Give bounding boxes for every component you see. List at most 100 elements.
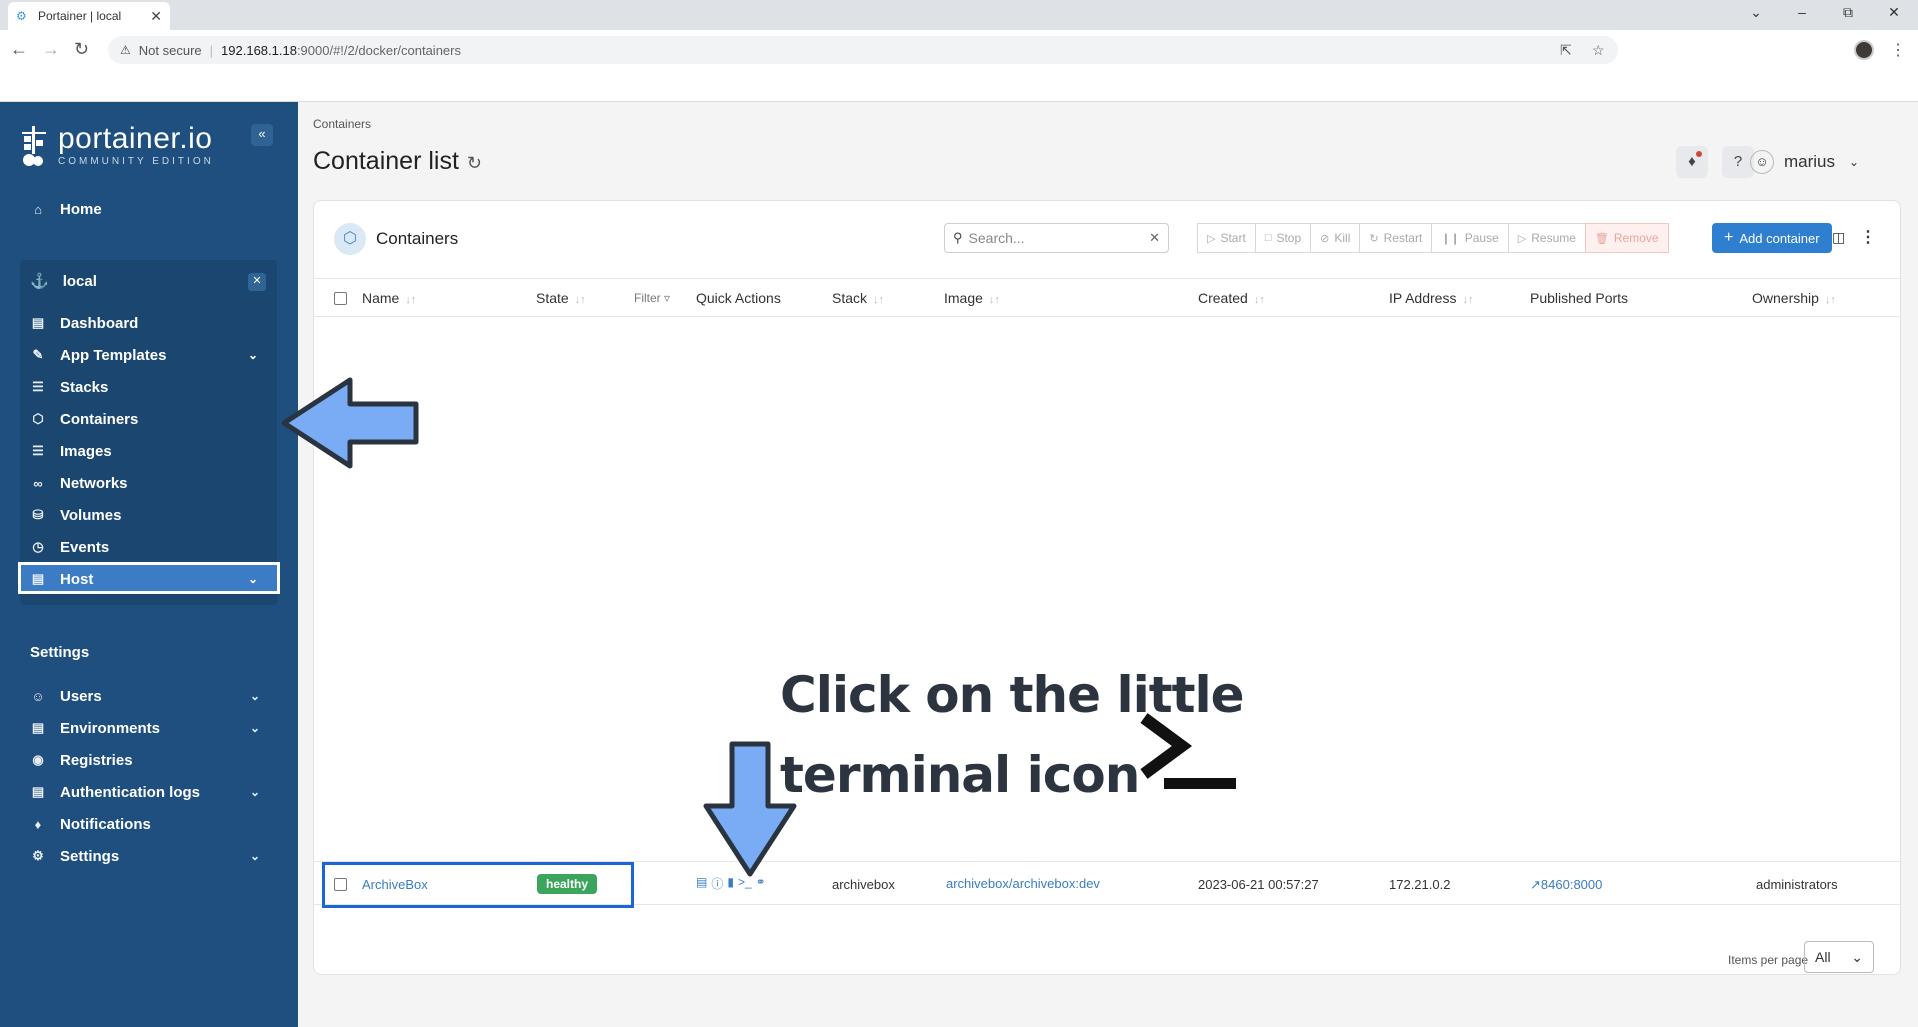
sidebar-item-label: Host xyxy=(60,570,94,588)
browser-tab[interactable]: ⚙ Portainer | local ✕ xyxy=(8,2,170,30)
url-host: 192.168.1.18 xyxy=(221,42,297,58)
column-created-label: Created xyxy=(1198,290,1248,306)
chevron-down-icon: ⌄ xyxy=(250,689,261,703)
left-arrow-annotation xyxy=(281,377,419,469)
address-bar[interactable]: ⚠ Not secure | 192.168.1.18:9000/#!/2/do… xyxy=(108,36,1618,64)
columns-icon[interactable]: ◫ xyxy=(1832,229,1845,246)
portainer-logo-icon xyxy=(22,126,46,166)
bookmark-star-icon[interactable]: ☆ xyxy=(1592,42,1605,59)
sidebar-item-events[interactable]: ◷ Events xyxy=(30,536,109,558)
column-created[interactable]: Created ↓↑ xyxy=(1198,290,1265,306)
sidebar-item-home[interactable]: ⌂ Home xyxy=(30,198,102,220)
ip-value: 172.21.0.2 xyxy=(1389,877,1451,892)
reload-icon[interactable]: ↻ xyxy=(74,40,89,58)
add-container-button[interactable]: + Add container xyxy=(1712,223,1832,253)
breadcrumb[interactable]: Containers xyxy=(313,117,371,131)
sidebar-item-host[interactable]: ▤ Host ⌄ xyxy=(30,568,258,590)
users-icon: ☺ xyxy=(31,688,45,704)
sidebar-item-notifications[interactable]: ♦ Notifications xyxy=(30,813,151,835)
sidebar-item-app-templates[interactable]: ✎ App Templates ⌄ xyxy=(30,344,259,366)
profile-avatar[interactable] xyxy=(1854,40,1874,60)
sort-icon: ↓↑ xyxy=(1824,294,1836,306)
close-window-icon[interactable]: ✕ xyxy=(1884,4,1904,21)
sidebar-item-dashboard[interactable]: ▤ Dashboard xyxy=(30,312,139,334)
restart-button[interactable]: ↻ Restart xyxy=(1359,223,1433,253)
brand-name: portainer.io xyxy=(58,122,213,155)
sidebar-item-registries[interactable]: ◉ Registries xyxy=(30,749,132,771)
column-name[interactable]: Name ↓↑ xyxy=(362,290,416,306)
user-menu[interactable]: ☺ marius ⌄ xyxy=(1750,150,1859,174)
file-icon: ▤ xyxy=(31,784,45,799)
database-icon: ⛁ xyxy=(32,507,44,522)
refresh-icon[interactable]: ↻ xyxy=(467,153,482,174)
tab-search-icon[interactable]: ⌄ xyxy=(1746,4,1766,21)
stack-value: archivebox xyxy=(832,877,895,892)
column-quick-actions: Quick Actions xyxy=(696,290,781,306)
column-stack[interactable]: Stack ↓↑ xyxy=(832,290,884,306)
sidebar-item-settings[interactable]: ⚙ Settings ⌄ xyxy=(30,845,260,867)
sidebar-item-environments[interactable]: ▤ Environments ⌄ xyxy=(30,717,260,739)
state-filter[interactable]: Filter ▿ xyxy=(634,291,670,305)
column-ip-label: IP Address xyxy=(1389,290,1457,306)
resume-button[interactable]: ▷ Resume xyxy=(1507,223,1586,253)
column-stack-label: Stack xyxy=(832,290,868,306)
column-image[interactable]: Image ↓↑ xyxy=(944,290,1000,306)
published-port-link[interactable]: ↗8460:8000 xyxy=(1530,877,1602,893)
select-all-checkbox[interactable] xyxy=(334,292,347,305)
environments-icon: ▤ xyxy=(31,720,45,735)
clear-search-icon[interactable]: ✕ xyxy=(1149,230,1160,246)
back-icon[interactable]: ← xyxy=(10,40,28,58)
chevron-down-icon: ⌄ xyxy=(250,721,261,735)
sidebar-item-label: Environments xyxy=(60,719,161,737)
brand[interactable]: portainer.io COMMUNITY EDITION xyxy=(18,124,214,168)
image-link[interactable]: archivebox/archivebox:dev xyxy=(946,876,1100,891)
restore-icon[interactable]: ⧉ xyxy=(1838,4,1858,21)
browser-menu-icon[interactable]: ⋮ xyxy=(1890,40,1906,60)
row-highlight-box xyxy=(322,862,634,908)
minimize-icon[interactable]: – xyxy=(1792,4,1812,20)
column-ip-address[interactable]: IP Address ↓↑ xyxy=(1389,290,1473,306)
collapse-sidebar-button[interactable]: « xyxy=(251,124,273,146)
bell-icon: ♦ xyxy=(1688,153,1696,170)
more-options-icon[interactable]: ⋮ xyxy=(1860,227,1876,247)
column-state[interactable]: State ↓↑ xyxy=(536,290,586,306)
items-per-page-value: All xyxy=(1815,949,1831,965)
pause-button[interactable]: ❙❙ Pause xyxy=(1431,223,1509,253)
sidebar-item-users[interactable]: ☺ Users ⌄ xyxy=(30,685,260,707)
column-ownership[interactable]: Ownership ↓↑ xyxy=(1752,290,1836,306)
tab-close-icon[interactable]: ✕ xyxy=(150,8,162,25)
environment-header: ⚓ local xyxy=(30,272,97,291)
sidebar-item-authentication-logs[interactable]: ▤ Authentication logs ⌄ xyxy=(30,781,260,803)
url-path: :9000/#!/2/docker/containers xyxy=(296,42,461,58)
start-button[interactable]: ▷ Start xyxy=(1197,223,1256,253)
pause-label: Pause xyxy=(1464,231,1499,245)
environment-section: ⚓ local ✕ ▤ Dashboard ✎ App Templates ⌄ … xyxy=(18,260,280,605)
sidebar-item-images[interactable]: ☰ Images xyxy=(30,440,112,462)
items-per-page-select[interactable]: All ⌄ xyxy=(1804,941,1874,973)
sidebar-item-containers[interactable]: ⬡ Containers xyxy=(30,408,138,430)
search-input[interactable]: ⚲ Search... ✕ xyxy=(944,223,1169,253)
close-environment-button[interactable]: ✕ xyxy=(248,273,266,291)
sidebar: portainer.io COMMUNITY EDITION « ⌂ Home … xyxy=(0,102,298,1027)
chevron-down-icon: ⌄ xyxy=(248,348,259,362)
page-title-text: Container list xyxy=(313,147,459,175)
remove-button[interactable]: 🗑 Remove xyxy=(1584,223,1669,253)
username: marius xyxy=(1784,152,1836,171)
sidebar-item-stacks[interactable]: ☰ Stacks xyxy=(30,376,108,398)
sidebar-item-networks[interactable]: ∞ Networks xyxy=(30,472,127,494)
layers-icon: ☰ xyxy=(32,379,44,394)
sidebar-item-volumes[interactable]: ⛁ Volumes xyxy=(30,504,122,526)
notification-dot xyxy=(1696,151,1702,157)
user-icon: ☺ xyxy=(1750,150,1774,174)
created-value: 2023-06-21 00:57:27 xyxy=(1198,877,1319,892)
page-title: Container list ↻ xyxy=(313,147,482,176)
chevron-down-icon: ⌄ xyxy=(250,785,261,799)
chevron-down-icon: ⌄ xyxy=(250,849,261,863)
sort-icon: ↓↑ xyxy=(405,294,417,306)
share-icon[interactable]: ⇱ xyxy=(1560,42,1572,59)
forward-icon[interactable]: → xyxy=(42,40,60,58)
notifications-button[interactable]: ♦ xyxy=(1676,146,1708,178)
stop-button[interactable]: □ Stop xyxy=(1254,223,1312,253)
sidebar-item-label: Notifications xyxy=(60,815,151,833)
kill-button[interactable]: ⊘ Kill xyxy=(1310,223,1361,253)
